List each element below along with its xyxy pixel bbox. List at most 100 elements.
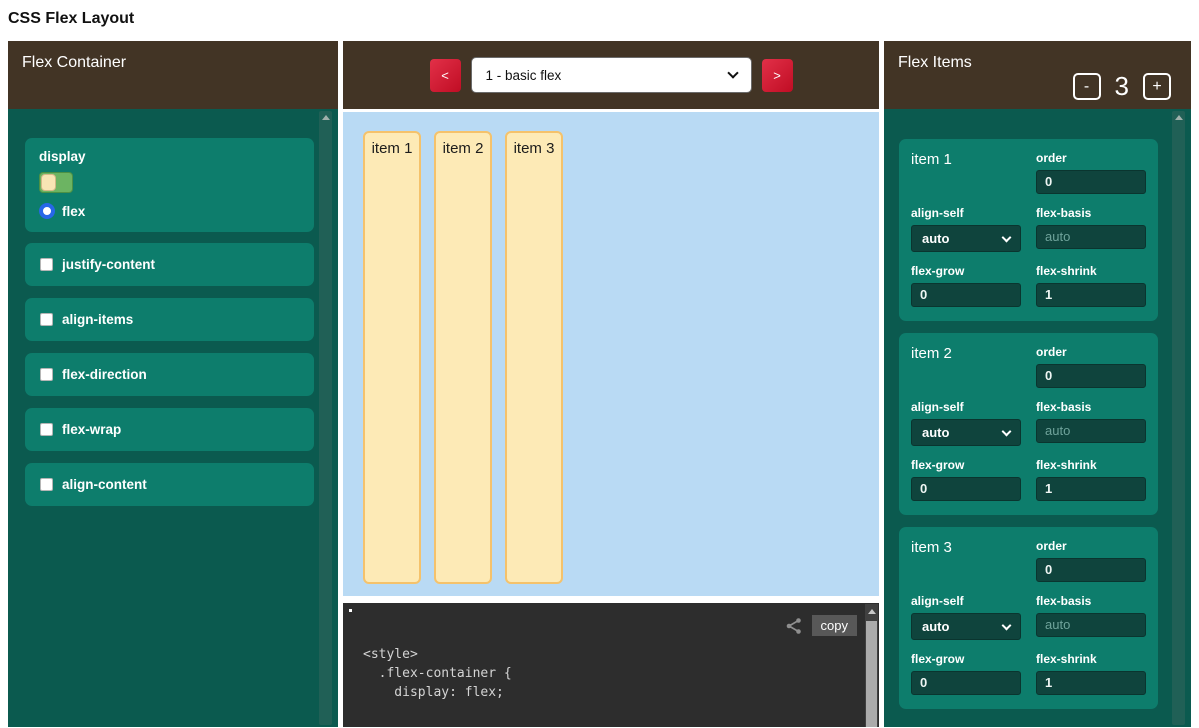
next-preset-button[interactable]: > — [762, 59, 793, 92]
display-toggle[interactable] — [39, 172, 73, 193]
display-label: display — [39, 149, 300, 164]
remove-item-button[interactable]: - — [1073, 73, 1101, 100]
code-line: <style> — [363, 645, 849, 664]
left-panel-scrollbar[interactable] — [319, 111, 332, 725]
checkbox-icon[interactable] — [40, 368, 53, 381]
checkbox-icon[interactable] — [40, 478, 53, 491]
align-self-select[interactable]: auto — [911, 613, 1021, 640]
radio-label: flex — [62, 204, 85, 219]
preset-nav-bar: < 1 - basic flex > — [343, 41, 879, 109]
add-item-button[interactable]: + — [1143, 73, 1171, 100]
preview-column: < 1 - basic flex > item 1 item 2 item 3 — [343, 41, 879, 727]
flex-container-header: Flex Container — [8, 41, 338, 109]
property-card-flex-direction[interactable]: flex-direction — [25, 353, 314, 396]
align-self-label: align-self — [911, 594, 1021, 608]
align-self-label: align-self — [911, 206, 1021, 220]
chevron-down-icon — [1002, 620, 1012, 630]
prev-preset-button[interactable]: < — [430, 59, 461, 92]
flex-shrink-input[interactable]: 1 — [1036, 283, 1146, 307]
flex-items-panel: Flex Items - 3 + item 1 order 0 align-se… — [884, 41, 1191, 727]
page-title: CSS Flex Layout — [8, 10, 1199, 28]
flex-shrink-label: flex-shrink — [1036, 652, 1146, 666]
property-label: flex-wrap — [62, 422, 121, 437]
item-1-card: item 1 order 0 align-self auto flex-basi… — [899, 139, 1158, 321]
flex-container-body: display flex justify-content align-item — [8, 109, 338, 727]
align-self-select[interactable]: auto — [911, 225, 1021, 252]
flex-grow-input[interactable]: 0 — [911, 477, 1021, 501]
flex-basis-input[interactable]: auto — [1036, 613, 1146, 637]
flex-shrink-input[interactable]: 1 — [1036, 671, 1146, 695]
code-panel: copy <style> .flex-container { display: … — [343, 603, 879, 727]
preset-select-value: 1 - basic flex — [486, 68, 729, 83]
property-card-align-items[interactable]: align-items — [25, 298, 314, 341]
item-card-title: item 3 — [911, 539, 952, 556]
flex-basis-label: flex-basis — [1036, 206, 1146, 220]
order-input[interactable]: 0 — [1036, 364, 1146, 388]
preset-select[interactable]: 1 - basic flex — [471, 57, 752, 93]
item-card-title: item 2 — [911, 345, 952, 362]
preview-flex-item: item 3 — [505, 131, 563, 584]
align-self-label: align-self — [911, 400, 1021, 414]
item-2-card: item 2 order 0 align-self auto flex-basi… — [899, 333, 1158, 515]
display-card: display flex — [25, 138, 314, 232]
property-card-align-content[interactable]: align-content — [25, 463, 314, 506]
align-self-select[interactable]: auto — [911, 419, 1021, 446]
copy-button[interactable]: copy — [812, 615, 857, 636]
flex-grow-label: flex-grow — [911, 458, 1021, 472]
order-label: order — [1036, 151, 1146, 165]
flex-basis-label: flex-basis — [1036, 400, 1146, 414]
order-label: order — [1036, 539, 1146, 553]
checkbox-icon[interactable] — [40, 313, 53, 326]
flex-items-body: item 1 order 0 align-self auto flex-basi… — [884, 109, 1191, 727]
toggle-knob — [41, 174, 56, 191]
flex-shrink-label: flex-shrink — [1036, 264, 1146, 278]
order-input[interactable]: 0 — [1036, 170, 1146, 194]
right-panel-scrollbar[interactable] — [1172, 111, 1185, 725]
preview-flex-item: item 2 — [434, 131, 492, 584]
scrollbar-thumb[interactable] — [866, 621, 877, 727]
flex-container-panel: Flex Container display flex justify-cont… — [8, 41, 338, 727]
item-3-card: item 3 order 0 align-self auto flex-basi… — [899, 527, 1158, 709]
scroll-up-icon[interactable] — [868, 609, 876, 614]
flex-items-header: Flex Items - 3 + — [884, 41, 1191, 109]
flex-preview-container: item 1 item 2 item 3 — [343, 112, 879, 596]
flex-container-title: Flex Container — [22, 54, 126, 71]
code-dot — [349, 609, 352, 612]
property-card-justify-content[interactable]: justify-content — [25, 243, 314, 286]
item-count-stepper: - 3 + — [1073, 71, 1171, 102]
chevron-down-icon — [1002, 426, 1012, 436]
code-line: display: flex; — [363, 683, 849, 702]
order-input[interactable]: 0 — [1036, 558, 1146, 582]
order-label: order — [1036, 345, 1146, 359]
flex-shrink-label: flex-shrink — [1036, 458, 1146, 472]
display-flex-radio-row[interactable]: flex — [39, 203, 300, 219]
flex-basis-input[interactable]: auto — [1036, 419, 1146, 443]
main-layout: Flex Container display flex justify-cont… — [0, 41, 1199, 727]
checkbox-icon[interactable] — [40, 423, 53, 436]
property-label: align-items — [62, 312, 133, 327]
property-card-flex-wrap[interactable]: flex-wrap — [25, 408, 314, 451]
item-count: 3 — [1115, 71, 1129, 102]
share-icon[interactable] — [785, 617, 803, 639]
flex-grow-input[interactable]: 0 — [911, 283, 1021, 307]
flex-basis-input[interactable]: auto — [1036, 225, 1146, 249]
property-label: flex-direction — [62, 367, 147, 382]
flex-basis-label: flex-basis — [1036, 594, 1146, 608]
flex-grow-input[interactable]: 0 — [911, 671, 1021, 695]
code-scrollbar[interactable] — [865, 604, 878, 727]
item-card-title: item 1 — [911, 151, 952, 168]
flex-grow-label: flex-grow — [911, 264, 1021, 278]
property-label: align-content — [62, 477, 147, 492]
code-line: .flex-container { — [363, 664, 849, 683]
flex-items-title: Flex Items — [898, 54, 972, 71]
chevron-down-icon — [727, 67, 738, 78]
flex-shrink-input[interactable]: 1 — [1036, 477, 1146, 501]
preview-flex-item: item 1 — [363, 131, 421, 584]
chevron-down-icon — [1002, 232, 1012, 242]
scroll-up-icon[interactable] — [322, 115, 330, 120]
checkbox-icon[interactable] — [40, 258, 53, 271]
property-label: justify-content — [62, 257, 155, 272]
radio-checked-icon[interactable] — [39, 203, 55, 219]
scroll-up-icon[interactable] — [1175, 115, 1183, 120]
flex-grow-label: flex-grow — [911, 652, 1021, 666]
